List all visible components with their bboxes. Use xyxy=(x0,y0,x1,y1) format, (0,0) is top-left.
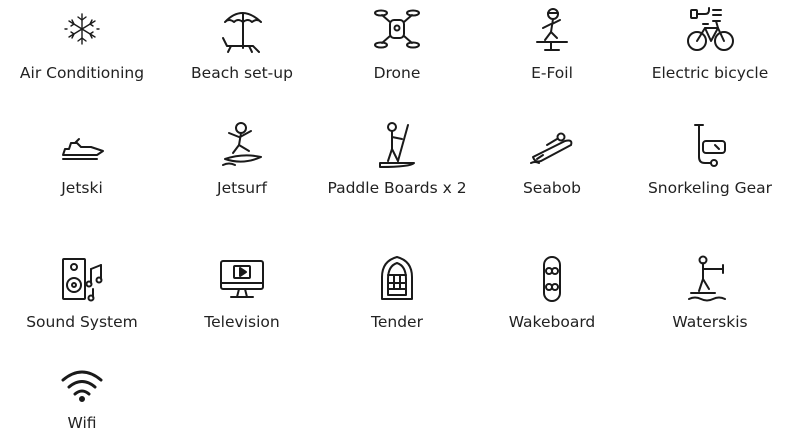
amenities-grid: Air Conditioning Beach set-up Drone E-Fo… xyxy=(0,0,791,444)
amenity-snorkeling-gear: Snorkeling Gear xyxy=(631,119,789,199)
amenity-television: Television xyxy=(163,253,321,333)
amenity-label: Beach set-up xyxy=(191,64,293,82)
beach-umbrella-icon xyxy=(217,4,267,56)
amenity-label: Paddle Boards x 2 xyxy=(327,179,467,197)
amenity-electric-bicycle: Electric bicycle xyxy=(631,4,789,84)
amenity-air-conditioning: Air Conditioning xyxy=(3,4,161,84)
tender-icon xyxy=(372,253,422,305)
amenity-label: Wifi xyxy=(67,414,97,432)
amenity-beach-set-up: Beach set-up xyxy=(163,4,321,84)
amenity-label: Tender xyxy=(371,313,423,331)
jetsurf-icon xyxy=(217,119,267,171)
amenity-paddle-boards: Paddle Boards x 2 xyxy=(318,119,476,199)
amenity-label: Sound System xyxy=(26,313,138,331)
jetski-icon xyxy=(57,119,107,171)
amenity-sound-system: Sound System xyxy=(3,253,161,333)
amenity-waterskis: Waterskis xyxy=(631,253,789,333)
amenity-label: Wakeboard xyxy=(508,313,596,331)
drone-icon xyxy=(372,4,422,56)
amenity-label: Waterskis xyxy=(672,313,748,331)
amenity-jetski: Jetski xyxy=(3,119,161,199)
amenity-label: Television xyxy=(204,313,280,331)
efoil-icon xyxy=(527,4,577,56)
wifi-icon xyxy=(57,366,107,406)
seabob-icon xyxy=(527,119,577,171)
amenity-label: Electric bicycle xyxy=(651,64,769,82)
amenity-tender: Tender xyxy=(318,253,476,333)
wakeboard-icon xyxy=(527,253,577,305)
amenity-drone: Drone xyxy=(318,4,476,84)
waterskis-icon xyxy=(685,253,735,305)
snorkel-icon xyxy=(685,119,735,171)
amenity-label: Jetsurf xyxy=(217,179,267,197)
amenity-wakeboard: Wakeboard xyxy=(473,253,631,333)
amenity-label: Jetski xyxy=(61,179,103,197)
amenity-jetsurf: Jetsurf xyxy=(163,119,321,199)
amenity-label: Snorkeling Gear xyxy=(647,179,773,197)
amenity-e-foil: E-Foil xyxy=(473,4,631,84)
speaker-icon xyxy=(57,253,107,305)
electric-bicycle-icon xyxy=(685,4,735,56)
television-icon xyxy=(217,253,267,305)
amenity-label: E-Foil xyxy=(531,64,573,82)
amenity-wifi: Wifi xyxy=(3,366,161,434)
paddle-board-icon xyxy=(372,119,422,171)
snowflake-icon xyxy=(57,4,107,56)
amenity-label: Air Conditioning xyxy=(19,64,145,82)
amenity-seabob: Seabob xyxy=(473,119,631,199)
amenity-label: Drone xyxy=(373,64,421,82)
amenity-label: Seabob xyxy=(522,179,582,197)
